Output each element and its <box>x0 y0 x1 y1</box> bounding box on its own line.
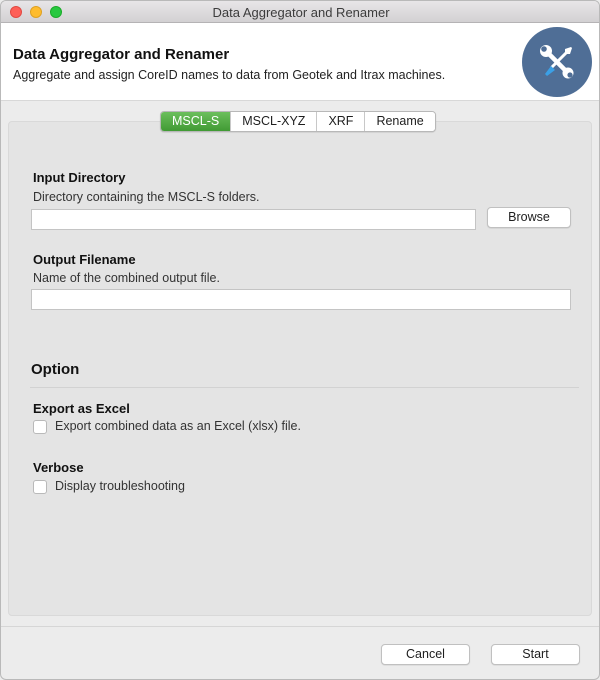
input-directory-label: Input Directory <box>33 170 126 185</box>
output-filename-description: Name of the combined output file. <box>33 271 220 285</box>
verbose-label: Verbose <box>33 460 84 475</box>
tab-mscl-xyz[interactable]: MSCL-XYZ <box>231 112 318 131</box>
verbose-checkbox[interactable] <box>33 480 47 494</box>
option-section-title: Option <box>31 361 80 378</box>
window-title: Data Aggregator and Renamer <box>212 5 390 20</box>
title-bar[interactable]: Data Aggregator and Renamer <box>1 1 599 23</box>
verbose-checkbox-label[interactable]: Display troubleshooting <box>55 479 185 493</box>
option-divider <box>30 387 579 388</box>
cancel-button[interactable]: Cancel <box>381 644 470 665</box>
export-excel-checkbox[interactable] <box>33 420 47 434</box>
footer-divider <box>1 626 599 627</box>
tab-bar: MSCL-S MSCL-XYZ XRF Rename <box>160 111 436 132</box>
start-button[interactable]: Start <box>491 644 580 665</box>
app-logo <box>522 27 592 97</box>
tab-xrf[interactable]: XRF <box>317 112 366 131</box>
header-title: Data Aggregator and Renamer <box>13 46 230 63</box>
export-excel-label: Export as Excel <box>33 401 130 416</box>
output-filename-label: Output Filename <box>33 252 136 267</box>
wrench-screwdriver-icon <box>540 45 574 79</box>
export-excel-checkbox-label[interactable]: Export combined data as an Excel (xlsx) … <box>55 419 301 433</box>
tab-rename[interactable]: Rename <box>365 112 435 131</box>
input-directory-field[interactable] <box>31 209 476 230</box>
browse-button[interactable]: Browse <box>487 207 571 228</box>
input-directory-description: Directory containing the MSCL-S folders. <box>33 190 260 204</box>
tab-mscl-s[interactable]: MSCL-S <box>161 112 232 131</box>
header-subtitle: Aggregate and assign CoreID names to dat… <box>13 68 446 82</box>
output-filename-field[interactable] <box>31 289 571 310</box>
app-window: Data Aggregator and Renamer Data Aggrega… <box>0 0 600 680</box>
header-banner: Data Aggregator and Renamer Aggregate an… <box>1 23 599 101</box>
